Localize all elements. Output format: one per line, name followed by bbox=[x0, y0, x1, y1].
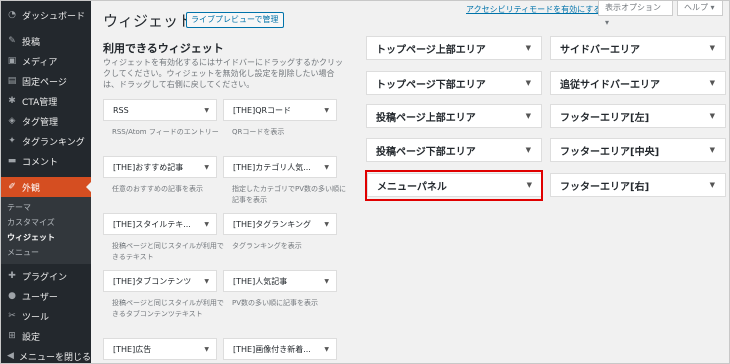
available-widgets-title: 利用できるウィジェット bbox=[103, 42, 224, 55]
menu-dashboard[interactable]: ◔ ダッシュボード bbox=[0, 5, 91, 25]
area-post-upper[interactable]: 投稿ページ上部エリア ▼ bbox=[366, 104, 542, 128]
help-button[interactable]: ヘルプ ▾ bbox=[677, 0, 723, 16]
widget-tab-contents[interactable]: [THE]タブコンテンツ ▼ bbox=[103, 270, 217, 292]
gear-icon: ✱ bbox=[8, 96, 16, 106]
chevron-down-icon: ▼ bbox=[204, 220, 209, 228]
menu-collapse[interactable]: ◀ メニューを閉じる bbox=[0, 346, 91, 364]
chevron-down-icon: ▼ bbox=[709, 146, 715, 154]
page-title: ウィジェット bbox=[103, 12, 194, 30]
widget-qrcode[interactable]: [THE]QRコード ▼ bbox=[223, 99, 337, 121]
menu-cta[interactable]: ✱ CTA管理 bbox=[0, 91, 91, 111]
admin-sidebar: ◔ ダッシュボード ✎ 投稿 ▣ メディア ▤ 固定ページ ✱ CTA管理 ◈ タグ管理 ✦… bbox=[0, 0, 91, 364]
chevron-down-icon: ▼ bbox=[204, 345, 209, 353]
widget-tag-ranking[interactable]: [THE]タグランキング ▼ bbox=[223, 213, 337, 235]
area-footer-center[interactable]: フッターエリア[中央] ▼ bbox=[550, 138, 726, 162]
widget-ads[interactable]: [THE]広告 ▼ bbox=[103, 338, 217, 360]
submenu-customize[interactable]: カスタマイズ bbox=[0, 215, 91, 230]
area-top-upper[interactable]: トップページ上部エリア ▼ bbox=[366, 36, 542, 60]
menu-posts[interactable]: ✎ 投稿 bbox=[0, 31, 91, 51]
widget-rss[interactable]: RSS ▼ bbox=[103, 99, 217, 121]
settings-icon: ⊞ bbox=[8, 331, 16, 341]
comment-icon: ▬ bbox=[7, 156, 17, 166]
widget-description: 任意のおすすめの記事を表示 bbox=[112, 185, 203, 193]
menu-settings[interactable]: ⊞ 設定 bbox=[0, 326, 91, 346]
chevron-down-icon: ▼ bbox=[709, 44, 715, 52]
area-sticky-sidebar[interactable]: 追従サイドバーエリア ▼ bbox=[550, 71, 726, 95]
menu-users[interactable]: ● ユーザー bbox=[0, 286, 91, 306]
chevron-down-icon: ▼ bbox=[324, 277, 329, 285]
widget-description: タグランキングを表示 bbox=[232, 242, 302, 250]
screen-options-button[interactable]: 表示オプション ▾ bbox=[598, 0, 673, 27]
chevron-down-icon: ▼ bbox=[324, 220, 329, 228]
chevron-down-icon: ▼ bbox=[709, 79, 715, 87]
ranking-icon: ✦ bbox=[8, 136, 16, 146]
media-icon: ▣ bbox=[7, 56, 17, 66]
live-preview-button[interactable]: ライブプレビューで管理 bbox=[186, 12, 284, 28]
menu-tags[interactable]: ◈ タグ管理 bbox=[0, 111, 91, 131]
widget-description: PV数の多い順に記事を表示 bbox=[232, 299, 319, 307]
chevron-down-icon: ▼ bbox=[709, 181, 715, 189]
accessibility-mode-link[interactable]: アクセシビリティモードを有効にする bbox=[466, 4, 601, 15]
chevron-down-icon: ▼ bbox=[204, 106, 209, 114]
pin-icon: ✎ bbox=[8, 36, 16, 46]
submenu-menus[interactable]: メニュー bbox=[0, 245, 91, 260]
chevron-down-icon: ▼ bbox=[324, 163, 329, 171]
widget-recommended[interactable]: [THE]おすすめ記事 ▼ bbox=[103, 156, 217, 178]
widget-description: 投稿ページと同じスタイルが利用できるタブコンテンツテキスト bbox=[112, 299, 224, 318]
widget-description: RSS/Atom フィードのエントリー bbox=[112, 128, 219, 136]
menu-ranking[interactable]: ✦ タグランキング bbox=[0, 131, 91, 151]
chevron-down-icon: ▼ bbox=[324, 345, 329, 353]
widget-popular-posts[interactable]: [THE]人気記事 ▼ bbox=[223, 270, 337, 292]
area-post-lower[interactable]: 投稿ページ下部エリア ▼ bbox=[366, 138, 542, 162]
area-top-lower[interactable]: トップページ下部エリア ▼ bbox=[366, 71, 542, 95]
menu-media[interactable]: ▣ メディア bbox=[0, 51, 91, 71]
submenu-theme[interactable]: テーマ bbox=[0, 200, 91, 215]
widget-category-popular[interactable]: [THE]カテゴリ人気... ▼ bbox=[223, 156, 337, 178]
widget-style-text[interactable]: [THE]スタイルテキ... ▼ bbox=[103, 213, 217, 235]
area-sidebar[interactable]: サイドバーエリア ▼ bbox=[550, 36, 726, 60]
brush-icon: ✐ bbox=[8, 182, 16, 192]
dashboard-icon: ◔ bbox=[8, 10, 16, 20]
chevron-down-icon: ▼ bbox=[525, 44, 531, 52]
menu-comments[interactable]: ▬ コメント bbox=[0, 151, 91, 171]
menu-pages[interactable]: ▤ 固定ページ bbox=[0, 71, 91, 91]
chevron-down-icon: ▼ bbox=[525, 79, 531, 87]
wrench-icon: ✂ bbox=[8, 311, 16, 321]
widget-new-posts-image[interactable]: [THE]画像付き新着... ▼ bbox=[223, 338, 337, 360]
chevron-down-icon: ▼ bbox=[709, 112, 715, 120]
highlight-box bbox=[365, 170, 543, 201]
widget-description: 指定したカテゴリでPV数の多い順に記事を表示 bbox=[232, 185, 347, 204]
menu-plugins[interactable]: ✚ プラグイン bbox=[0, 266, 91, 286]
widget-description: 投稿ページと同じスタイルが利用できるテキスト bbox=[112, 242, 224, 261]
chevron-down-icon: ▼ bbox=[204, 277, 209, 285]
menu-appearance[interactable]: ✐ 外観 bbox=[0, 177, 91, 197]
chevron-down-icon: ▼ bbox=[525, 146, 531, 154]
tag-icon: ◈ bbox=[8, 116, 16, 126]
area-footer-left[interactable]: フッターエリア[左] ▼ bbox=[550, 104, 726, 128]
menu-tools[interactable]: ✂ ツール bbox=[0, 306, 91, 326]
chevron-down-icon: ▼ bbox=[204, 163, 209, 171]
appearance-submenu: テーマ カスタマイズ ウィジェット メニュー bbox=[0, 197, 91, 264]
user-icon: ● bbox=[8, 291, 16, 301]
plugin-icon: ✚ bbox=[8, 271, 16, 281]
submenu-widgets[interactable]: ウィジェット bbox=[0, 230, 91, 245]
chevron-down-icon: ▼ bbox=[525, 112, 531, 120]
available-widgets-description: ウィジェットを有効化するにはサイドバーにドラッグするかクリックしてください。ウィ… bbox=[103, 58, 343, 89]
area-footer-right[interactable]: フッターエリア[右] ▼ bbox=[550, 173, 726, 197]
collapse-icon: ◀ bbox=[7, 351, 14, 361]
chevron-down-icon: ▼ bbox=[324, 106, 329, 114]
page-icon: ▤ bbox=[7, 76, 17, 86]
widget-description: QRコードを表示 bbox=[232, 128, 285, 136]
